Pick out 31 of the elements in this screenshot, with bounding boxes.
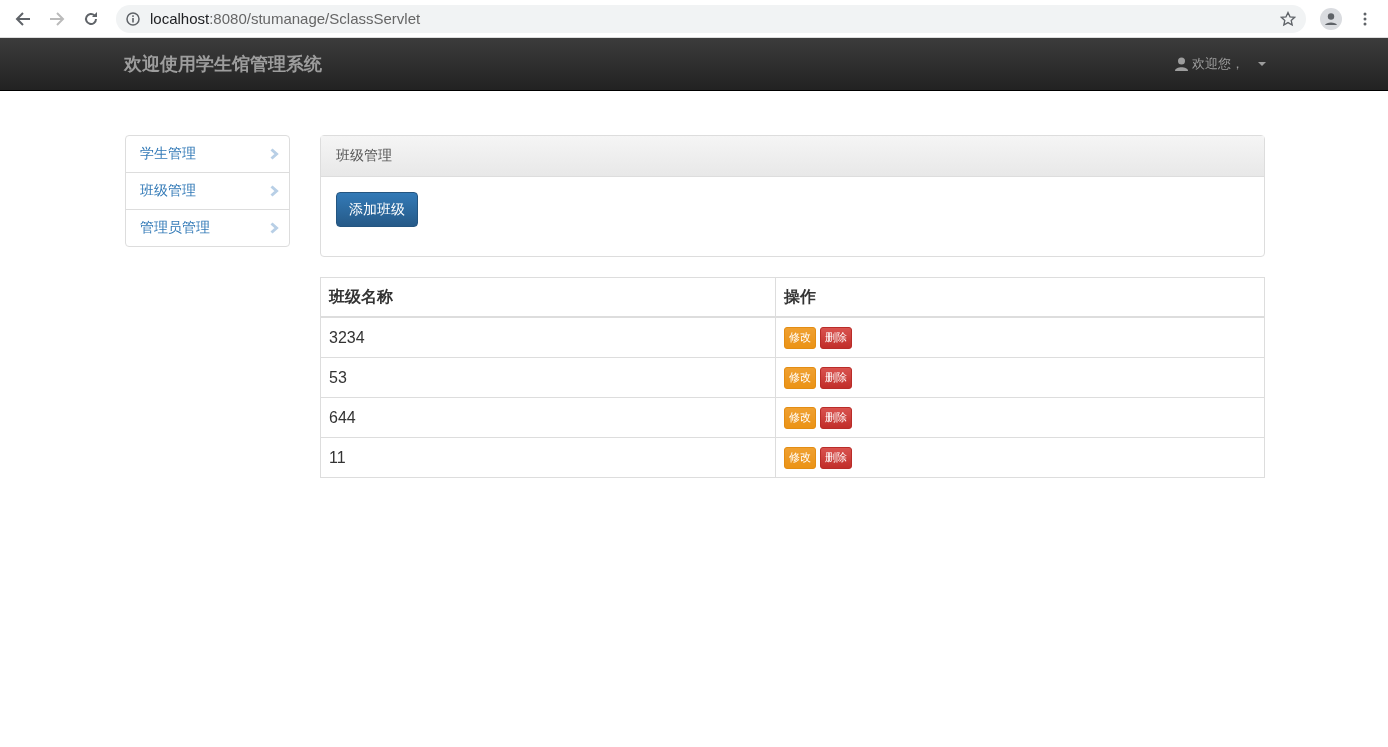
address-bar[interactable]: localhost:8080/stumanage/SclassServlet: [116, 4, 1306, 33]
star-icon[interactable]: [1280, 10, 1296, 27]
forward-arrow-icon: [49, 10, 65, 27]
more-dots-icon: [1363, 11, 1367, 26]
chevron-right-icon: [270, 222, 279, 234]
user-menu[interactable]: 欢迎您，: [1175, 55, 1266, 73]
column-header: 操作: [775, 277, 1265, 317]
sidebar-item[interactable]: 学生管理: [126, 136, 289, 172]
back-arrow-icon: [15, 10, 31, 27]
add-class-button[interactable]: 添加班级: [336, 192, 418, 227]
profile-icon: [1320, 7, 1342, 30]
table-cell: 3234: [320, 317, 776, 358]
sidebar-item[interactable]: 班级管理: [126, 172, 289, 209]
column-header: 班级名称: [320, 277, 776, 317]
chevron-right-icon: [270, 148, 279, 160]
delete-button[interactable]: 删除: [820, 446, 852, 469]
user-icon: [1175, 57, 1188, 71]
url-text: localhost:8080/stumanage/SclassServlet: [150, 10, 421, 27]
brand-title[interactable]: 欢迎使用学生馆管理系统: [124, 52, 322, 76]
delete-button[interactable]: 删除: [820, 366, 852, 389]
table-cell: 11: [320, 437, 776, 478]
caret-icon: [1258, 62, 1266, 66]
table-cell: 53: [320, 357, 776, 398]
chevron-right-icon: [270, 185, 279, 197]
delete-button[interactable]: 删除: [820, 326, 852, 349]
delete-button[interactable]: 删除: [820, 406, 852, 429]
sidebar-item[interactable]: 管理员管理: [126, 209, 289, 246]
reload-icon: [83, 10, 99, 27]
table-cell: 644: [320, 397, 776, 438]
info-icon: [126, 11, 140, 26]
panel-heading: 班级管理: [321, 136, 1264, 177]
